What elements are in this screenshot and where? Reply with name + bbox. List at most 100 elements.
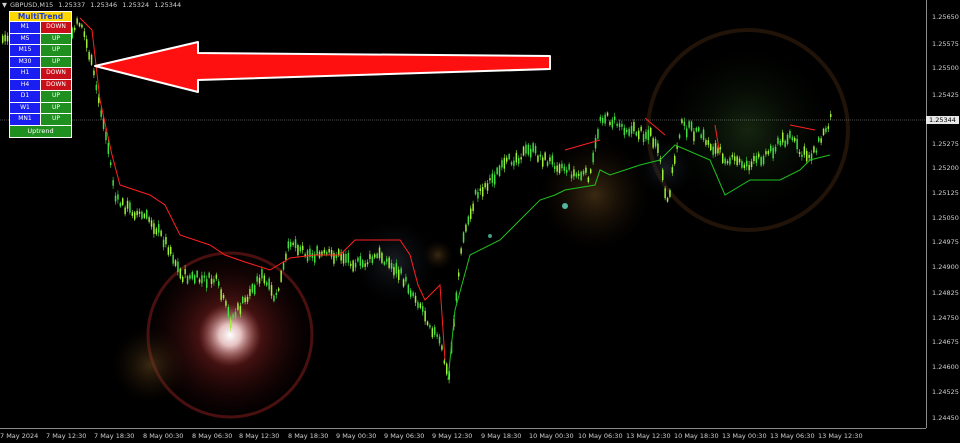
candle	[618, 123, 621, 128]
price-tick-label: 1.25200	[932, 164, 959, 172]
candle	[369, 254, 371, 259]
chart-window[interactable]: ▼ GBPUSD,M15 1.25337 1.25346 1.25324 1.25…	[0, 0, 960, 442]
candle	[165, 236, 167, 245]
candle	[801, 154, 803, 158]
time-tick-label: 9 May 06:30	[384, 432, 425, 440]
annotation-arrow	[94, 41, 551, 93]
time-tick-label: 7 May 18:30	[94, 432, 135, 440]
multitrend-row: M15 UP	[9, 45, 72, 57]
candle	[395, 263, 398, 274]
menu-triangle-icon[interactable]: ▼	[2, 1, 7, 9]
candle	[729, 157, 731, 165]
time-tick-label: 8 May 06:30	[192, 432, 233, 440]
candle	[429, 325, 431, 328]
candle	[179, 268, 182, 279]
time-tick-label: 7 May 2024	[0, 432, 39, 440]
candle	[158, 224, 160, 233]
time-tick-label: 10 May 18:30	[674, 432, 719, 440]
multitrend-summary: Uptrend	[9, 125, 72, 138]
time-axis[interactable]: 7 May 2024 7 May 12:30 7 May 18:30 8 May 00…	[0, 428, 926, 443]
candle	[722, 153, 724, 163]
candle	[482, 187, 484, 197]
candle	[160, 230, 162, 236]
candle	[570, 174, 573, 179]
candle	[796, 138, 798, 150]
candle	[765, 151, 767, 155]
price-axis[interactable]: 1.25650 1.25575 1.25500 1.25425 1.25275 1.252…	[926, 0, 960, 428]
price-tick-label: 1.25500	[932, 64, 959, 72]
candle	[122, 198, 124, 206]
multitrend-row: M5 UP	[9, 33, 72, 45]
candle	[590, 169, 592, 174]
multitrend-row: W1 UP	[9, 102, 72, 114]
candle	[594, 137, 597, 149]
candle	[330, 249, 333, 257]
candle	[424, 310, 426, 322]
candle	[707, 140, 710, 145]
candle	[642, 134, 645, 142]
candle	[254, 285, 256, 295]
candle	[222, 294, 225, 299]
time-tick-label: 10 May 00:30	[529, 432, 574, 440]
candle	[263, 275, 266, 284]
candle	[124, 207, 126, 215]
time-tick-label: 9 May 12:30	[432, 432, 473, 440]
candle	[635, 132, 638, 136]
time-tick-label: 8 May 18:30	[288, 432, 329, 440]
candle	[671, 167, 674, 174]
candle	[290, 242, 292, 247]
candle	[131, 212, 134, 216]
candle	[162, 239, 165, 248]
candle	[174, 260, 177, 266]
candle	[378, 247, 381, 259]
candle	[604, 114, 606, 124]
candle	[558, 164, 561, 174]
candle	[242, 296, 244, 304]
candle	[501, 160, 503, 168]
candle	[654, 138, 657, 147]
timeframe-label: M15	[10, 45, 41, 56]
candle	[657, 143, 659, 153]
candle	[316, 245, 318, 255]
candle	[782, 132, 784, 143]
candle	[342, 253, 345, 264]
candle	[225, 300, 227, 306]
candle	[539, 154, 542, 157]
candle	[462, 232, 465, 243]
candle	[78, 23, 81, 27]
candle	[777, 137, 779, 144]
trend-direction-badge: DOWN	[41, 68, 71, 79]
timeframe-label: M30	[10, 56, 41, 67]
candle	[573, 169, 575, 177]
candle	[354, 263, 357, 268]
price-tick-label: 1.25650	[932, 13, 959, 21]
price-tick-label: 1.24825	[932, 289, 959, 297]
candle	[460, 248, 462, 254]
candle	[566, 169, 568, 173]
candle	[554, 166, 556, 170]
price-tick-label: 1.25125	[932, 189, 959, 197]
candle	[371, 256, 374, 264]
candle	[762, 156, 765, 165]
candle	[724, 158, 726, 164]
candle	[503, 157, 506, 169]
candle	[664, 188, 666, 199]
candle	[602, 118, 604, 123]
candle	[477, 191, 479, 199]
candle	[167, 247, 170, 255]
price-chart[interactable]	[0, 0, 926, 428]
candle	[818, 137, 820, 142]
price-tick-label: 1.24675	[932, 338, 959, 346]
candle	[150, 220, 153, 227]
candle	[407, 284, 410, 294]
candle	[486, 183, 489, 191]
time-tick-label: 13 May 12:30	[818, 432, 863, 440]
candle	[510, 162, 513, 165]
trend-direction-badge: UP	[41, 102, 71, 113]
candle	[328, 248, 330, 253]
candle	[366, 262, 369, 265]
candle	[578, 173, 580, 176]
candle	[86, 39, 88, 48]
trend-direction-badge: DOWN	[41, 79, 71, 90]
candle	[249, 288, 251, 296]
